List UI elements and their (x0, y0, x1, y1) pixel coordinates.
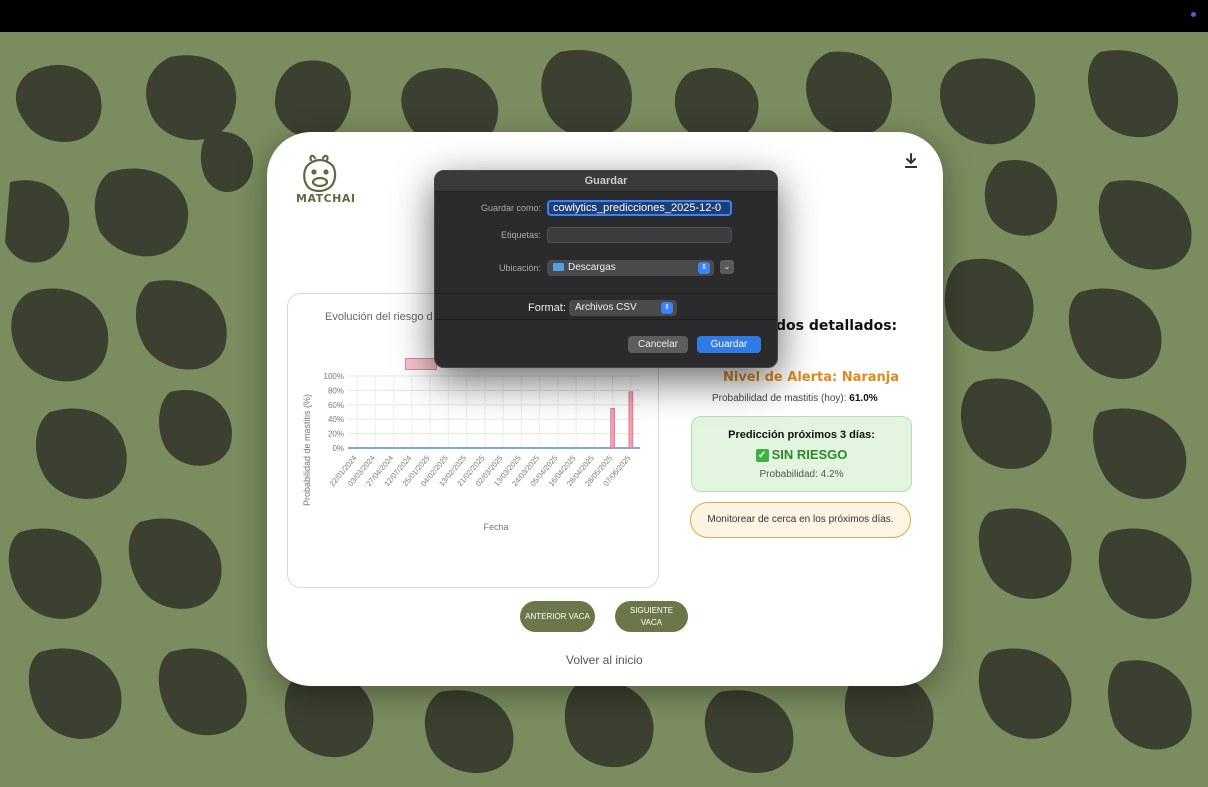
location-label: Ubicación: (498, 263, 541, 273)
previous-cow-button[interactable]: ANTERIOR VACA (520, 601, 595, 632)
chart-bar (628, 391, 634, 449)
y-tick-label: 80% (328, 386, 344, 395)
results-heading: dos detallados: (776, 318, 898, 334)
probability-today-value: 61.0% (849, 393, 878, 404)
checkmark-icon: ✓ (755, 449, 769, 462)
probability-today: Probabilidad de mastitis (hoy): 61.0% (712, 393, 878, 404)
save-as-label: Guardar como: (480, 203, 541, 213)
prediction-title: Predicción próximos 3 días: (728, 429, 875, 441)
download-icon[interactable] (902, 152, 920, 170)
dialog-divider (435, 319, 777, 320)
chart-title: Evolución del riesgo d (325, 311, 433, 323)
next-cow-label: SIGUIENTE VACA (629, 605, 674, 627)
y-tick-label: 40% (328, 415, 344, 424)
risk-chart: Probabilidad de mastitis (%) Fecha 100% 8… (302, 372, 640, 532)
folder-icon (553, 263, 564, 271)
chevron-down-icon[interactable]: ⌄ (720, 260, 734, 274)
dialog-title: Guardar (584, 175, 628, 187)
back-home-link[interactable]: Volver al inicio (566, 653, 643, 667)
top-bar (0, 0, 1208, 32)
x-axis-label: Fecha (483, 522, 508, 532)
logo-text: MATCHAI (296, 192, 356, 205)
cancel-button[interactable]: Cancelar (628, 336, 688, 353)
format-label: Format: (528, 302, 566, 314)
next-cow-button[interactable]: SIGUIENTE VACA (615, 601, 688, 632)
updown-icon: ⇕ (661, 302, 673, 314)
prediction-status-text: SIN RIESGO (771, 447, 848, 462)
chart-bar (610, 408, 615, 449)
tags-input[interactable] (547, 227, 732, 243)
format-select[interactable]: Archivos CSV ⇕ (569, 300, 677, 316)
y-tick-label: 20% (328, 430, 344, 439)
dialog-divider (435, 293, 777, 294)
tags-label: Etiquetas: (500, 230, 541, 240)
updown-icon: ⇕ (698, 262, 710, 274)
prediction-box: Predicción próximos 3 días: ✓ SIN RIESGO … (691, 416, 912, 492)
y-axis-label: Probabilidad de mastitis (%) (302, 394, 312, 506)
save-dialog: Guardar Guardar como: cowlytics_predicci… (434, 170, 778, 368)
filename-input[interactable]: cowlytics_predicciones_2025-12-0 (547, 200, 732, 216)
format-value: Archivos CSV (575, 302, 637, 313)
prediction-status: ✓ SIN RIESGO (692, 447, 911, 462)
probability-today-label: Probabilidad de mastitis (hoy): (712, 393, 847, 404)
monitor-message: Monitorear de cerca en los próximos días… (690, 502, 911, 538)
prediction-probability: Probabilidad: 4.2% (759, 469, 844, 480)
y-tick-label: 60% (328, 401, 344, 410)
y-tick-label: 0% (332, 444, 344, 453)
y-tick-label: 100% (324, 372, 344, 381)
save-button[interactable]: Guardar (697, 336, 761, 353)
location-value: Descargas (568, 262, 616, 273)
location-select[interactable]: Descargas ⇕ (547, 260, 714, 276)
alert-level-title: Nivel de Alerta: Naranja (723, 370, 900, 385)
status-dot (1191, 12, 1196, 17)
